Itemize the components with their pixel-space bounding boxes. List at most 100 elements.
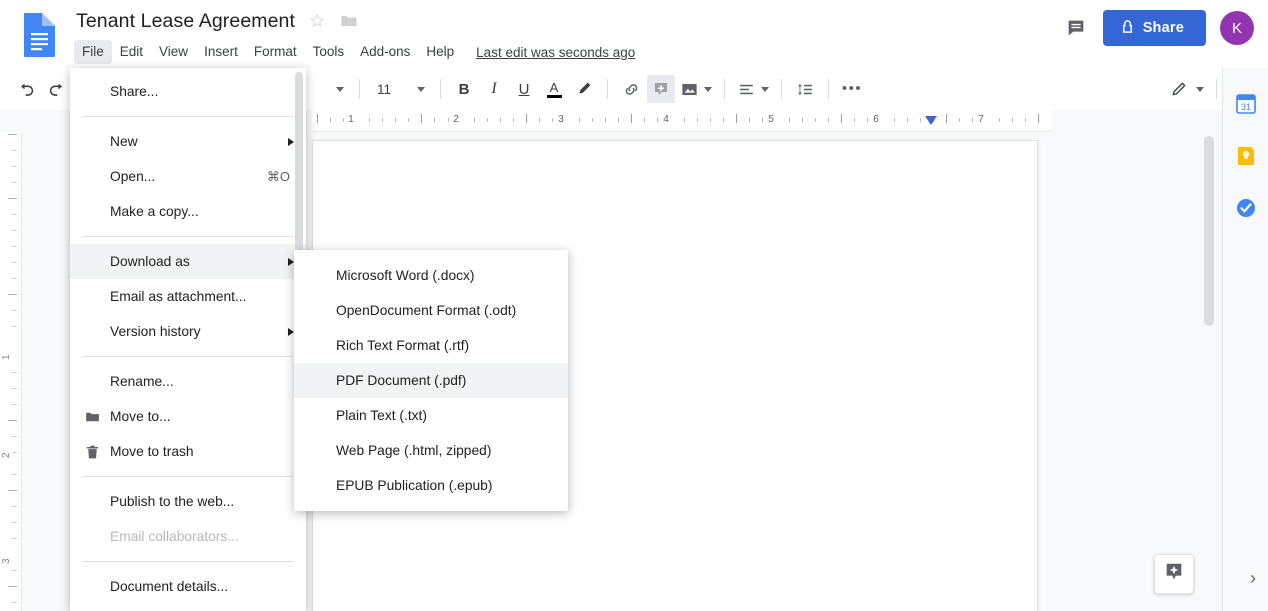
side-panel: 31 › [1222,68,1268,611]
comment-icon[interactable] [1063,15,1089,41]
v-ruler-num-2: 2 [1,452,12,458]
bold-button[interactable]: B [450,75,478,103]
chevron-down-icon [417,86,425,92]
document-title[interactable]: Tenant Lease Agreement [76,8,295,34]
file-menu-item-download-as[interactable]: Download as [70,244,306,279]
h-ruler-num-7: 7 [978,114,984,125]
submenu-arrow-icon [288,137,294,146]
h-ruler-num-3: 3 [558,114,564,125]
menu-tools[interactable]: Tools [305,40,353,64]
file-menu-item-share[interactable]: Share... [70,74,306,109]
font-size-dropdown[interactable]: 11 [369,75,431,103]
folder-icon[interactable] [339,11,359,31]
insert-image-icon[interactable] [677,75,715,103]
file-menu-label: New [110,134,138,149]
italic-button[interactable]: I [480,75,508,103]
file-menu-item-email-as-attachment[interactable]: Email as attachment... [70,279,306,314]
undo-icon[interactable] [12,75,40,103]
file-menu-scrollbar[interactable] [295,72,303,254]
star-outline-icon[interactable] [307,11,327,31]
link-icon[interactable] [617,75,645,103]
toolbar-divider [828,79,829,99]
add-comment-icon[interactable] [647,75,675,103]
font-size-value: 11 [377,81,392,97]
google-calendar-icon[interactable]: 31 [1234,92,1258,116]
google-keep-icon[interactable] [1234,144,1258,168]
submenu-item-html[interactable]: Web Page (.html, zipped) [294,433,568,468]
last-edit-status[interactable]: Last edit was seconds ago [476,45,635,60]
download-as-submenu: Microsoft Word (.docx) OpenDocument Form… [294,250,568,511]
h-ruler-num-1: 1 [348,114,354,125]
submenu-label: Microsoft Word (.docx) [336,268,475,283]
more-options-button[interactable]: ••• [838,75,866,103]
v-ruler-num-1: 1 [1,354,12,360]
vertical-scrollbar[interactable] [1204,136,1214,326]
underline-button[interactable]: U [510,75,538,103]
h-ruler-num-6: 6 [873,114,879,125]
svg-text:31: 31 [1240,102,1250,112]
menu-help[interactable]: Help [418,40,462,64]
file-menu-item-open[interactable]: Open... ⌘O [70,159,306,194]
submenu-label: PDF Document (.pdf) [336,373,467,388]
file-menu-item-publish-to-the-web[interactable]: Publish to the web... [70,484,306,519]
header-actions: Share K [1063,10,1254,46]
submenu-item-epub[interactable]: EPUB Publication (.epub) [294,468,568,503]
toolbar-divider [781,79,782,99]
highlight-pen-icon[interactable] [570,75,598,103]
submenu-label: Plain Text (.txt) [336,408,427,423]
file-menu-label: Share... [110,84,159,99]
menu-insert[interactable]: Insert [196,40,246,64]
file-menu-item-move-to[interactable]: Move to... [70,399,306,434]
toolbar-divider [359,79,360,99]
expand-panel-button[interactable]: › [1250,569,1256,587]
h-ruler-num-5: 5 [768,114,774,125]
trash-icon [84,443,101,460]
menu-view[interactable]: View [151,40,196,64]
submenu-item-txt[interactable]: Plain Text (.txt) [294,398,568,433]
vertical-ruler[interactable]: 1 2 3 [0,132,22,611]
file-menu-item-version-history[interactable]: Version history [70,314,306,349]
avatar[interactable]: K [1220,11,1254,45]
file-menu-label: Email collaborators... [110,529,239,544]
text-color-swatch [546,94,562,98]
file-menu-item-move-to-trash[interactable]: Move to trash [70,434,306,469]
google-docs-logo-icon[interactable] [20,12,56,58]
toolbar-divider [607,79,608,99]
horizontal-ruler[interactable]: 1 2 3 4 5 6 7 [312,110,1052,132]
menu-file[interactable]: File [74,40,112,64]
menu-add-ons[interactable]: Add-ons [352,40,418,64]
toolbar-divider [1216,79,1217,99]
toolbar-divider [440,79,441,99]
submenu-item-rtf[interactable]: Rich Text Format (.rtf) [294,328,568,363]
google-tasks-icon[interactable] [1234,196,1258,220]
file-menu-label: Email as attachment... [110,289,247,304]
line-spacing-icon[interactable] [791,75,819,103]
right-indent-marker[interactable] [925,116,937,125]
file-menu-item-make-a-copy[interactable]: Make a copy... [70,194,306,229]
menu-divider [82,356,294,357]
menu-format[interactable]: Format [246,40,305,64]
app-header: Tenant Lease Agreement File Edit View In… [0,0,1268,68]
share-button[interactable]: Share [1102,10,1206,46]
chevron-down-icon [761,86,769,92]
file-menu-item-rename[interactable]: Rename... [70,364,306,399]
file-menu-label: Move to trash [110,444,194,459]
menu-edit[interactable]: Edit [112,40,151,64]
redo-icon[interactable] [42,75,70,103]
submenu-label: EPUB Publication (.epub) [336,478,493,493]
explore-button[interactable] [1154,554,1194,594]
file-menu-label: Move to... [110,409,171,424]
submenu-item-pdf[interactable]: PDF Document (.pdf) [294,363,568,398]
text-color-button[interactable]: A [540,75,568,103]
submenu-item-docx[interactable]: Microsoft Word (.docx) [294,258,568,293]
submenu-item-odt[interactable]: OpenDocument Format (.odt) [294,293,568,328]
file-menu-dropdown: Share... New Open... ⌘O Make a copy... D… [70,68,306,611]
file-menu-label: Make a copy... [110,204,199,219]
file-menu-item-document-details[interactable]: Document details... [70,569,306,604]
file-menu-label: Download as [110,254,190,269]
file-menu-label: Publish to the web... [110,494,235,509]
lock-icon [1121,19,1134,38]
editing-mode-button[interactable] [1167,75,1207,103]
align-left-icon[interactable] [734,75,772,103]
file-menu-item-new[interactable]: New [70,124,306,159]
